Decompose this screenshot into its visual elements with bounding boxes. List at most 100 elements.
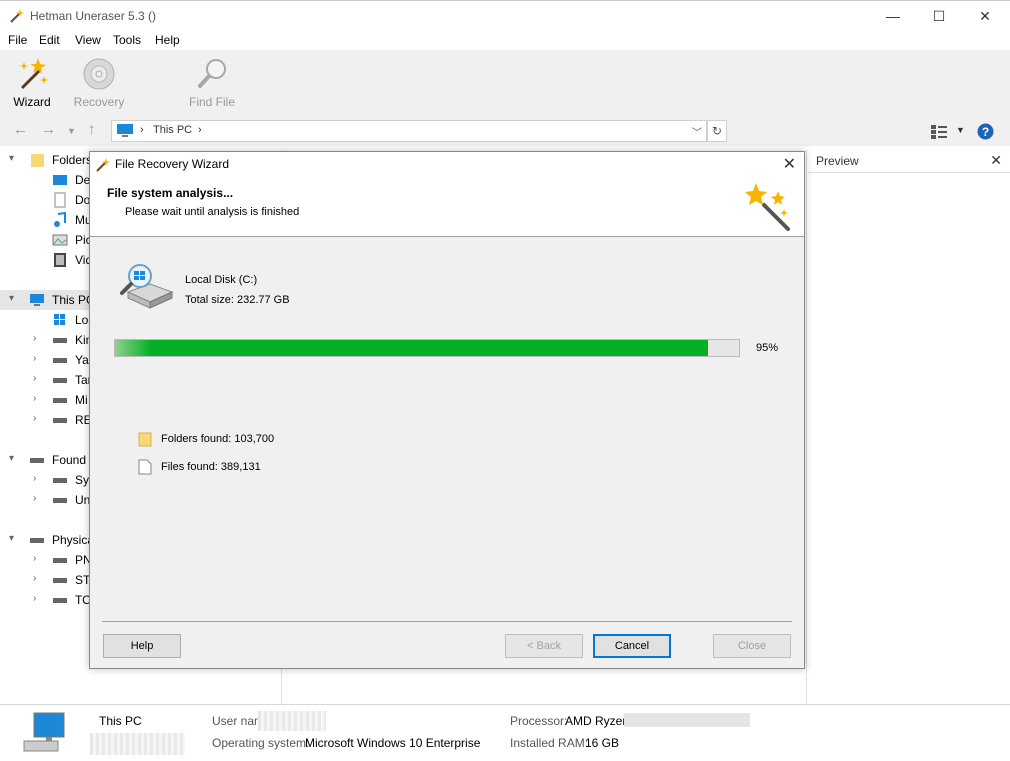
menu-help[interactable]: Help — [155, 33, 180, 47]
drive-icon — [53, 418, 67, 423]
collapsed-chevron-icon[interactable]: › — [33, 373, 36, 384]
status-ram-label: Installed RAM: — [510, 736, 589, 750]
collapsed-chevron-icon[interactable]: › — [33, 573, 36, 584]
status-cpu-label: Processor: — [510, 714, 568, 728]
history-dropdown-icon[interactable]: ▼ — [67, 126, 76, 136]
dialog-subheading: Please wait until analysis is finished — [125, 206, 300, 218]
menu-bar: File Edit View Tools Help — [0, 30, 1010, 50]
disk-scan-icon — [120, 264, 174, 309]
computer-icon — [23, 712, 65, 752]
maximize-button[interactable]: ☐ — [916, 1, 962, 31]
analysis-progress-bar — [114, 339, 740, 357]
address-dropdown-icon[interactable]: ﹀ — [692, 124, 702, 139]
drive-icon — [53, 558, 67, 563]
collapsed-chevron-icon[interactable]: › — [33, 353, 36, 364]
app-icon — [96, 158, 110, 172]
magnifier-icon — [198, 59, 226, 88]
wizard-wand-icon — [20, 58, 48, 90]
disk-name: Local Disk (C:) — [185, 274, 258, 286]
preview-pane: Preview ✕ — [808, 150, 1010, 704]
desktop-icon — [53, 175, 67, 185]
menu-view[interactable]: View — [75, 33, 101, 47]
breadcrumb-separator: › — [140, 124, 144, 136]
progress-percent: 95% — [756, 342, 779, 354]
menu-edit[interactable]: Edit — [39, 33, 60, 47]
drive-icon — [53, 338, 67, 343]
dialog-header: File system analysis... Please wait unti… — [90, 177, 804, 237]
expand-chevron-icon[interactable]: ▾ — [9, 533, 14, 544]
divider — [808, 172, 1010, 173]
collapsed-chevron-icon[interactable]: › — [33, 593, 36, 604]
collapsed-chevron-icon[interactable]: › — [33, 413, 36, 424]
status-os-value: Microsoft Windows 10 Enterprise — [305, 736, 481, 750]
drive-icon — [53, 598, 67, 603]
status-bar: This PC User nam Operating system: Micro… — [0, 704, 1010, 761]
file-icon — [138, 459, 152, 475]
toolbar: Wizard Recovery Find File — [0, 50, 1010, 116]
address-row: ← → ▼ ↑ › This PC › ﹀ ↻ ▼ ? — [0, 116, 1010, 146]
redacted-area — [90, 733, 185, 755]
wizard-button[interactable]: Wizard — [0, 56, 67, 112]
find-file-button[interactable]: Find File — [177, 56, 247, 112]
tree-item-label: Found — [52, 453, 87, 467]
dialog-heading: File system analysis... — [107, 186, 234, 200]
redacted-area — [258, 711, 326, 731]
wizard-wand-icon — [745, 183, 790, 231]
redacted-area — [624, 713, 750, 727]
collapsed-chevron-icon[interactable]: › — [33, 493, 36, 504]
view-dropdown-icon[interactable]: ▼ — [956, 125, 965, 135]
view-mode-icon[interactable] — [931, 125, 947, 139]
breadcrumb-this-pc[interactable]: This PC — [153, 124, 192, 136]
expand-chevron-icon[interactable]: ▾ — [9, 293, 14, 304]
drive-icon — [53, 478, 67, 483]
files-found-count: Files found: 389,131 — [161, 461, 261, 473]
address-bar[interactable]: › This PC › ﹀ — [111, 120, 707, 142]
refresh-button[interactable]: ↻ — [707, 120, 727, 142]
pictures-icon — [52, 234, 68, 246]
collapsed-chevron-icon[interactable]: › — [33, 393, 36, 404]
status-user-label: User nam — [212, 714, 265, 728]
window-title: Hetman Uneraser 5.3 () — [30, 9, 157, 23]
expand-chevron-icon[interactable]: ▾ — [9, 153, 14, 164]
expand-chevron-icon[interactable]: ▾ — [9, 453, 14, 464]
collapsed-chevron-icon[interactable]: › — [33, 473, 36, 484]
close-window-button[interactable]: ✕ — [962, 1, 1008, 31]
drive-icon — [53, 358, 67, 363]
folders-found-count: Folders found: 103,700 — [161, 433, 275, 445]
collapsed-chevron-icon[interactable]: › — [33, 553, 36, 564]
recovery-button[interactable]: Recovery — [64, 56, 134, 112]
back-arrow-icon[interactable]: ← — [13, 121, 28, 138]
forward-arrow-icon[interactable]: → — [41, 121, 56, 138]
find-file-label: Find File — [188, 95, 235, 109]
windows-drive-icon — [54, 314, 65, 325]
svg-text:?: ? — [982, 125, 989, 139]
menu-tools[interactable]: Tools — [113, 33, 141, 47]
help-button[interactable]: Help — [103, 634, 181, 658]
folder-icon — [138, 432, 152, 447]
menu-file[interactable]: File — [8, 33, 27, 47]
music-icon — [54, 212, 66, 227]
tree-item-label: Physica — [52, 533, 95, 547]
tree-item-label: Folders — [52, 153, 93, 167]
status-cpu-value: AMD Ryzen — [565, 714, 630, 728]
status-pc-name: This PC — [99, 714, 142, 728]
back-button[interactable]: < Back — [505, 634, 583, 658]
app-icon — [10, 9, 24, 23]
drive-icon — [53, 378, 67, 383]
tree-item-label: Mi — [75, 393, 88, 407]
recovery-label: Recovery — [73, 95, 125, 109]
close-button[interactable]: Close — [713, 634, 791, 658]
preview-title: Preview — [816, 154, 859, 168]
up-arrow-icon[interactable]: ↑ — [88, 121, 96, 138]
cancel-button[interactable]: Cancel — [593, 634, 671, 658]
preview-close-button[interactable]: ✕ — [990, 152, 1002, 169]
collapsed-chevron-icon[interactable]: › — [33, 333, 36, 344]
dialog-title: File Recovery Wizard — [115, 157, 230, 171]
help-icon[interactable]: ? — [977, 123, 994, 140]
minimize-button[interactable]: — — [870, 1, 916, 31]
dialog-close-icon[interactable]: ✕ — [783, 154, 796, 174]
status-ram-value: 16 GB — [585, 736, 620, 750]
document-icon — [54, 192, 66, 208]
divider — [102, 621, 792, 622]
drive-icon — [53, 578, 67, 583]
